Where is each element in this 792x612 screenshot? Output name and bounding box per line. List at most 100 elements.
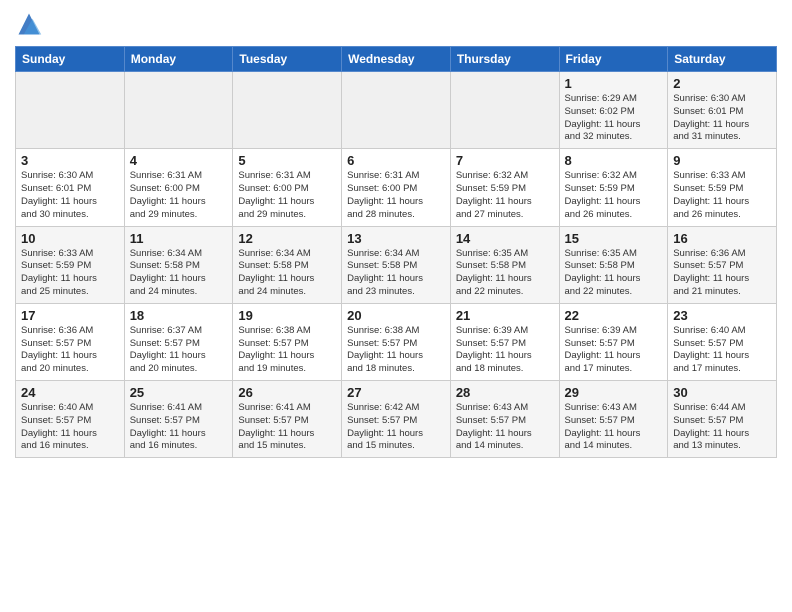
day-cell: 17Sunrise: 6:36 AM Sunset: 5:57 PM Dayli… bbox=[16, 303, 125, 380]
day-info: Sunrise: 6:32 AM Sunset: 5:59 PM Dayligh… bbox=[565, 170, 663, 221]
day-cell: 27Sunrise: 6:42 AM Sunset: 5:57 PM Dayli… bbox=[342, 381, 451, 458]
day-info: Sunrise: 6:37 AM Sunset: 5:57 PM Dayligh… bbox=[130, 325, 228, 376]
week-row-3: 10Sunrise: 6:33 AM Sunset: 5:59 PM Dayli… bbox=[16, 226, 777, 303]
day-info: Sunrise: 6:32 AM Sunset: 5:59 PM Dayligh… bbox=[456, 170, 554, 221]
day-info: Sunrise: 6:42 AM Sunset: 5:57 PM Dayligh… bbox=[347, 402, 445, 453]
day-number: 11 bbox=[130, 231, 228, 246]
weekday-header-monday: Monday bbox=[124, 47, 233, 72]
day-cell: 14 Sunrise: 6:35 AM Sunset: 5:58 PM Dayli… bbox=[450, 226, 559, 303]
day-number: 5 bbox=[238, 153, 336, 168]
day-info: Sunrise: 6:38 AM Sunset: 5:57 PM Dayligh… bbox=[238, 325, 336, 376]
day-info: Sunrise: 6:39 AM Sunset: 5:57 PM Dayligh… bbox=[456, 325, 554, 376]
day-number: 1 bbox=[565, 76, 663, 91]
day-number: 17 bbox=[21, 308, 119, 323]
day-cell: 10Sunrise: 6:33 AM Sunset: 5:59 PM Dayli… bbox=[16, 226, 125, 303]
day-number: 10 bbox=[21, 231, 119, 246]
day-number: 19 bbox=[238, 308, 336, 323]
logo bbox=[15, 10, 47, 38]
day-number: 14 bbox=[456, 231, 554, 246]
day-cell: 4Sunrise: 6:31 AM Sunset: 6:00 PM Daylig… bbox=[124, 149, 233, 226]
day-number: 28 bbox=[456, 385, 554, 400]
day-number: 7 bbox=[456, 153, 554, 168]
week-row-5: 24 Sunrise: 6:40 AM Sunset: 5:57 PM Dayli… bbox=[16, 381, 777, 458]
day-cell: 25 Sunrise: 6:41 AM Sunset: 5:57 PM Dayli… bbox=[124, 381, 233, 458]
day-info: Sunrise: 6:44 AM Sunset: 5:57 PM Dayligh… bbox=[673, 402, 771, 453]
weekday-header-thursday: Thursday bbox=[450, 47, 559, 72]
day-cell: 13 Sunrise: 6:34 AM Sunset: 5:58 PM Dayli… bbox=[342, 226, 451, 303]
week-row-1: 1 Sunrise: 6:29 AM Sunset: 6:02 PM Daylig… bbox=[16, 72, 777, 149]
day-info: Sunrise: 6:33 AM Sunset: 5:59 PM Dayligh… bbox=[673, 170, 771, 221]
day-cell: 28 Sunrise: 6:43 AM Sunset: 5:57 PM Dayli… bbox=[450, 381, 559, 458]
day-number: 6 bbox=[347, 153, 445, 168]
day-number: 3 bbox=[21, 153, 119, 168]
day-cell bbox=[342, 72, 451, 149]
day-cell bbox=[16, 72, 125, 149]
week-row-4: 17Sunrise: 6:36 AM Sunset: 5:57 PM Dayli… bbox=[16, 303, 777, 380]
day-info: Sunrise: 6:30 AM Sunset: 6:01 PM Dayligh… bbox=[673, 93, 771, 144]
day-number: 30 bbox=[673, 385, 771, 400]
day-cell: 19 Sunrise: 6:38 AM Sunset: 5:57 PM Dayli… bbox=[233, 303, 342, 380]
weekday-header-sunday: Sunday bbox=[16, 47, 125, 72]
day-cell: 16Sunrise: 6:36 AM Sunset: 5:57 PM Dayli… bbox=[668, 226, 777, 303]
day-cell: 8 Sunrise: 6:32 AM Sunset: 5:59 PM Daylig… bbox=[559, 149, 668, 226]
day-cell: 30 Sunrise: 6:44 AM Sunset: 5:57 PM Dayli… bbox=[668, 381, 777, 458]
day-number: 25 bbox=[130, 385, 228, 400]
day-number: 2 bbox=[673, 76, 771, 91]
day-number: 20 bbox=[347, 308, 445, 323]
day-number: 8 bbox=[565, 153, 663, 168]
day-cell: 9 Sunrise: 6:33 AM Sunset: 5:59 PM Daylig… bbox=[668, 149, 777, 226]
day-info: Sunrise: 6:43 AM Sunset: 5:57 PM Dayligh… bbox=[456, 402, 554, 453]
day-info: Sunrise: 6:41 AM Sunset: 5:57 PM Dayligh… bbox=[130, 402, 228, 453]
day-number: 23 bbox=[673, 308, 771, 323]
day-info: Sunrise: 6:36 AM Sunset: 5:57 PM Dayligh… bbox=[673, 248, 771, 299]
day-info: Sunrise: 6:40 AM Sunset: 5:57 PM Dayligh… bbox=[21, 402, 119, 453]
day-cell: 1 Sunrise: 6:29 AM Sunset: 6:02 PM Daylig… bbox=[559, 72, 668, 149]
day-info: Sunrise: 6:31 AM Sunset: 6:00 PM Dayligh… bbox=[347, 170, 445, 221]
day-info: Sunrise: 6:31 AM Sunset: 6:00 PM Dayligh… bbox=[238, 170, 336, 221]
day-number: 26 bbox=[238, 385, 336, 400]
day-info: Sunrise: 6:35 AM Sunset: 5:58 PM Dayligh… bbox=[456, 248, 554, 299]
day-info: Sunrise: 6:41 AM Sunset: 5:57 PM Dayligh… bbox=[238, 402, 336, 453]
day-cell: 24 Sunrise: 6:40 AM Sunset: 5:57 PM Dayli… bbox=[16, 381, 125, 458]
day-cell bbox=[233, 72, 342, 149]
day-cell: 11 Sunrise: 6:34 AM Sunset: 5:58 PM Dayli… bbox=[124, 226, 233, 303]
day-number: 29 bbox=[565, 385, 663, 400]
day-cell: 22Sunrise: 6:39 AM Sunset: 5:57 PM Dayli… bbox=[559, 303, 668, 380]
day-info: Sunrise: 6:34 AM Sunset: 5:58 PM Dayligh… bbox=[238, 248, 336, 299]
day-number: 15 bbox=[565, 231, 663, 246]
header bbox=[15, 10, 777, 38]
day-info: Sunrise: 6:30 AM Sunset: 6:01 PM Dayligh… bbox=[21, 170, 119, 221]
day-info: Sunrise: 6:31 AM Sunset: 6:00 PM Dayligh… bbox=[130, 170, 228, 221]
day-cell: 29 Sunrise: 6:43 AM Sunset: 5:57 PM Dayli… bbox=[559, 381, 668, 458]
day-cell: 12 Sunrise: 6:34 AM Sunset: 5:58 PM Dayli… bbox=[233, 226, 342, 303]
week-row-2: 3 Sunrise: 6:30 AM Sunset: 6:01 PM Daylig… bbox=[16, 149, 777, 226]
day-info: Sunrise: 6:38 AM Sunset: 5:57 PM Dayligh… bbox=[347, 325, 445, 376]
day-number: 22 bbox=[565, 308, 663, 323]
day-info: Sunrise: 6:29 AM Sunset: 6:02 PM Dayligh… bbox=[565, 93, 663, 144]
day-cell: 20 Sunrise: 6:38 AM Sunset: 5:57 PM Dayli… bbox=[342, 303, 451, 380]
day-cell: 2 Sunrise: 6:30 AM Sunset: 6:01 PM Daylig… bbox=[668, 72, 777, 149]
day-cell bbox=[124, 72, 233, 149]
weekday-header-friday: Friday bbox=[559, 47, 668, 72]
day-number: 24 bbox=[21, 385, 119, 400]
day-info: Sunrise: 6:34 AM Sunset: 5:58 PM Dayligh… bbox=[130, 248, 228, 299]
day-number: 13 bbox=[347, 231, 445, 246]
day-number: 21 bbox=[456, 308, 554, 323]
day-cell: 5 Sunrise: 6:31 AM Sunset: 6:00 PM Daylig… bbox=[233, 149, 342, 226]
day-number: 12 bbox=[238, 231, 336, 246]
day-info: Sunrise: 6:34 AM Sunset: 5:58 PM Dayligh… bbox=[347, 248, 445, 299]
day-number: 9 bbox=[673, 153, 771, 168]
weekday-header-tuesday: Tuesday bbox=[233, 47, 342, 72]
day-cell: 15 Sunrise: 6:35 AM Sunset: 5:58 PM Dayli… bbox=[559, 226, 668, 303]
day-info: Sunrise: 6:35 AM Sunset: 5:58 PM Dayligh… bbox=[565, 248, 663, 299]
day-info: Sunrise: 6:43 AM Sunset: 5:57 PM Dayligh… bbox=[565, 402, 663, 453]
day-cell: 23 Sunrise: 6:40 AM Sunset: 5:57 PM Dayli… bbox=[668, 303, 777, 380]
day-cell bbox=[450, 72, 559, 149]
day-cell: 6 Sunrise: 6:31 AM Sunset: 6:00 PM Daylig… bbox=[342, 149, 451, 226]
day-cell: 21 Sunrise: 6:39 AM Sunset: 5:57 PM Dayli… bbox=[450, 303, 559, 380]
calendar: SundayMondayTuesdayWednesdayThursdayFrid… bbox=[15, 46, 777, 458]
day-info: Sunrise: 6:40 AM Sunset: 5:57 PM Dayligh… bbox=[673, 325, 771, 376]
weekday-header-wednesday: Wednesday bbox=[342, 47, 451, 72]
weekday-header-row: SundayMondayTuesdayWednesdayThursdayFrid… bbox=[16, 47, 777, 72]
day-cell: 7 Sunrise: 6:32 AM Sunset: 5:59 PM Daylig… bbox=[450, 149, 559, 226]
